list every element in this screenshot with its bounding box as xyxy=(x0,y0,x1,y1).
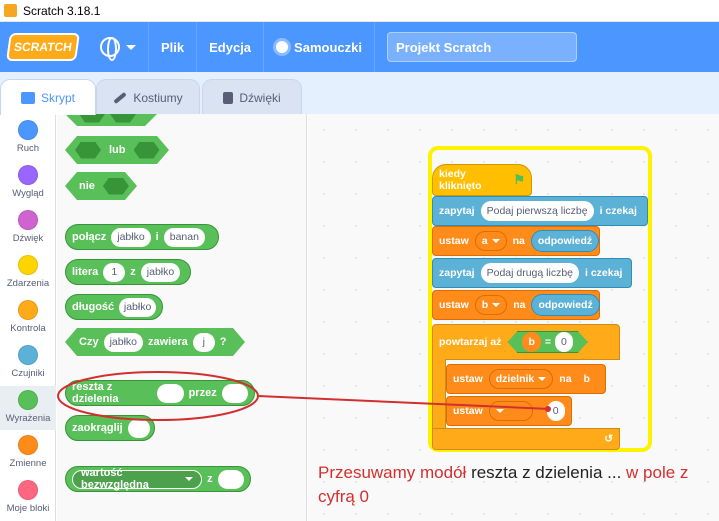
highlight-ellipse xyxy=(57,371,259,421)
arrow-target-dot xyxy=(545,406,551,412)
tab-code[interactable]: Skrypt xyxy=(0,79,96,115)
drag-arrow-line xyxy=(257,395,551,410)
code-icon xyxy=(20,91,35,104)
annotation-block-name: reszta z dzielenia ... xyxy=(471,463,627,482)
annotation-text: Przesuwamy modół reszta z dzielenia ... … xyxy=(318,461,718,509)
annotation-part1: Przesuwamy modół xyxy=(318,463,472,482)
annotation-overlay xyxy=(57,371,551,421)
tab-code-label: Skrypt xyxy=(40,90,75,105)
